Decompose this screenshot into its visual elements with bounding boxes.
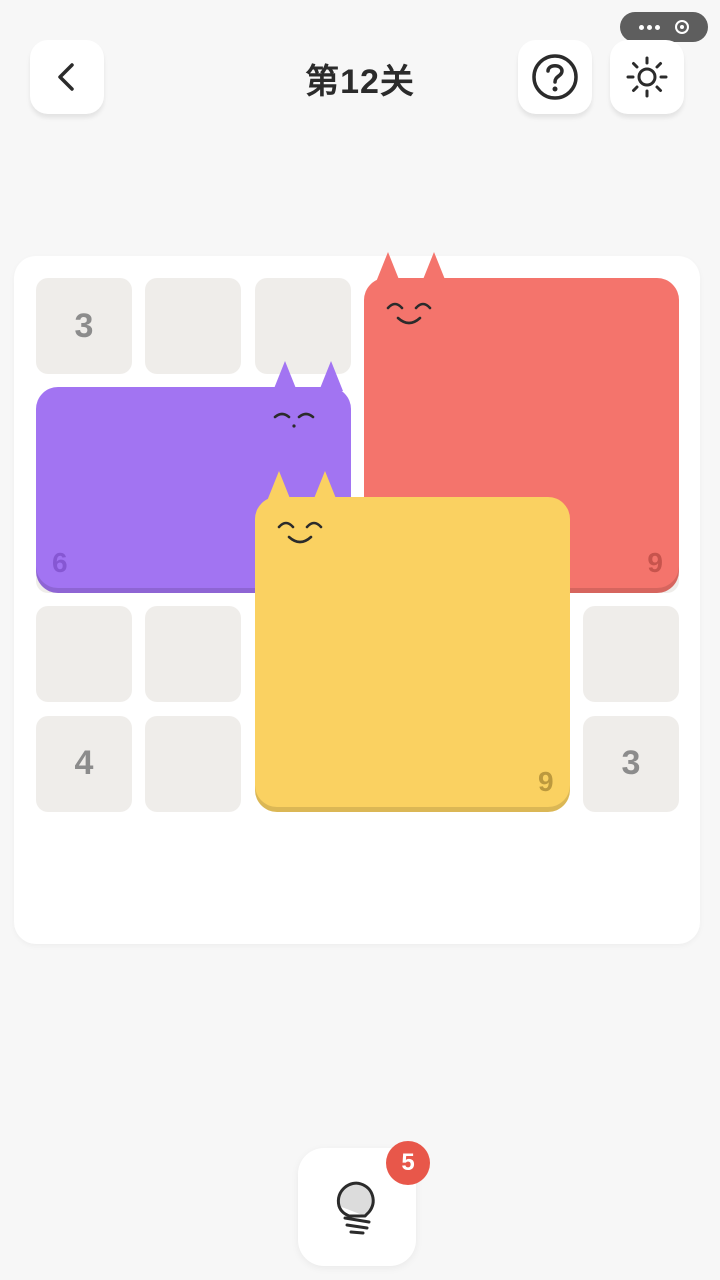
grid-cell[interactable] [36, 606, 132, 703]
cat-ear [376, 252, 401, 282]
settings-button[interactable] [610, 40, 684, 114]
grid-cell[interactable] [145, 606, 242, 703]
more-dots-icon[interactable] [639, 24, 661, 30]
cat-number: 6 [52, 546, 68, 578]
clue-cell[interactable]: 4 [36, 715, 132, 812]
cat-face-icon [386, 302, 432, 325]
help-button[interactable] [518, 40, 592, 114]
grid-cell[interactable] [254, 278, 351, 374]
grid-cell[interactable] [583, 606, 679, 703]
cat-ear [422, 252, 447, 282]
cat-ear [266, 470, 291, 501]
cat-ear [312, 470, 337, 501]
cat-block-yellow[interactable]: 9 [254, 470, 570, 812]
target-close-icon[interactable] [674, 20, 689, 34]
clue-cell[interactable]: 3 [583, 715, 679, 812]
question-circle-icon [532, 54, 578, 100]
cat-face-icon [277, 521, 323, 544]
cat-face-icon [273, 413, 315, 428]
mini-program-capsule [620, 12, 708, 42]
puzzle-board: 3243699 [14, 252, 700, 944]
sun-icon [626, 56, 668, 98]
cat-ear [318, 361, 343, 392]
clue-cell[interactable]: 3 [36, 278, 132, 374]
cat-number: 9 [647, 546, 663, 578]
grid-cell[interactable] [145, 278, 242, 374]
lightbulb-icon [336, 1181, 375, 1235]
grid-cell[interactable] [145, 715, 242, 812]
cat-ear [272, 361, 297, 392]
cat-number: 9 [538, 765, 554, 797]
hint-count-badge: 5 [386, 1141, 430, 1185]
